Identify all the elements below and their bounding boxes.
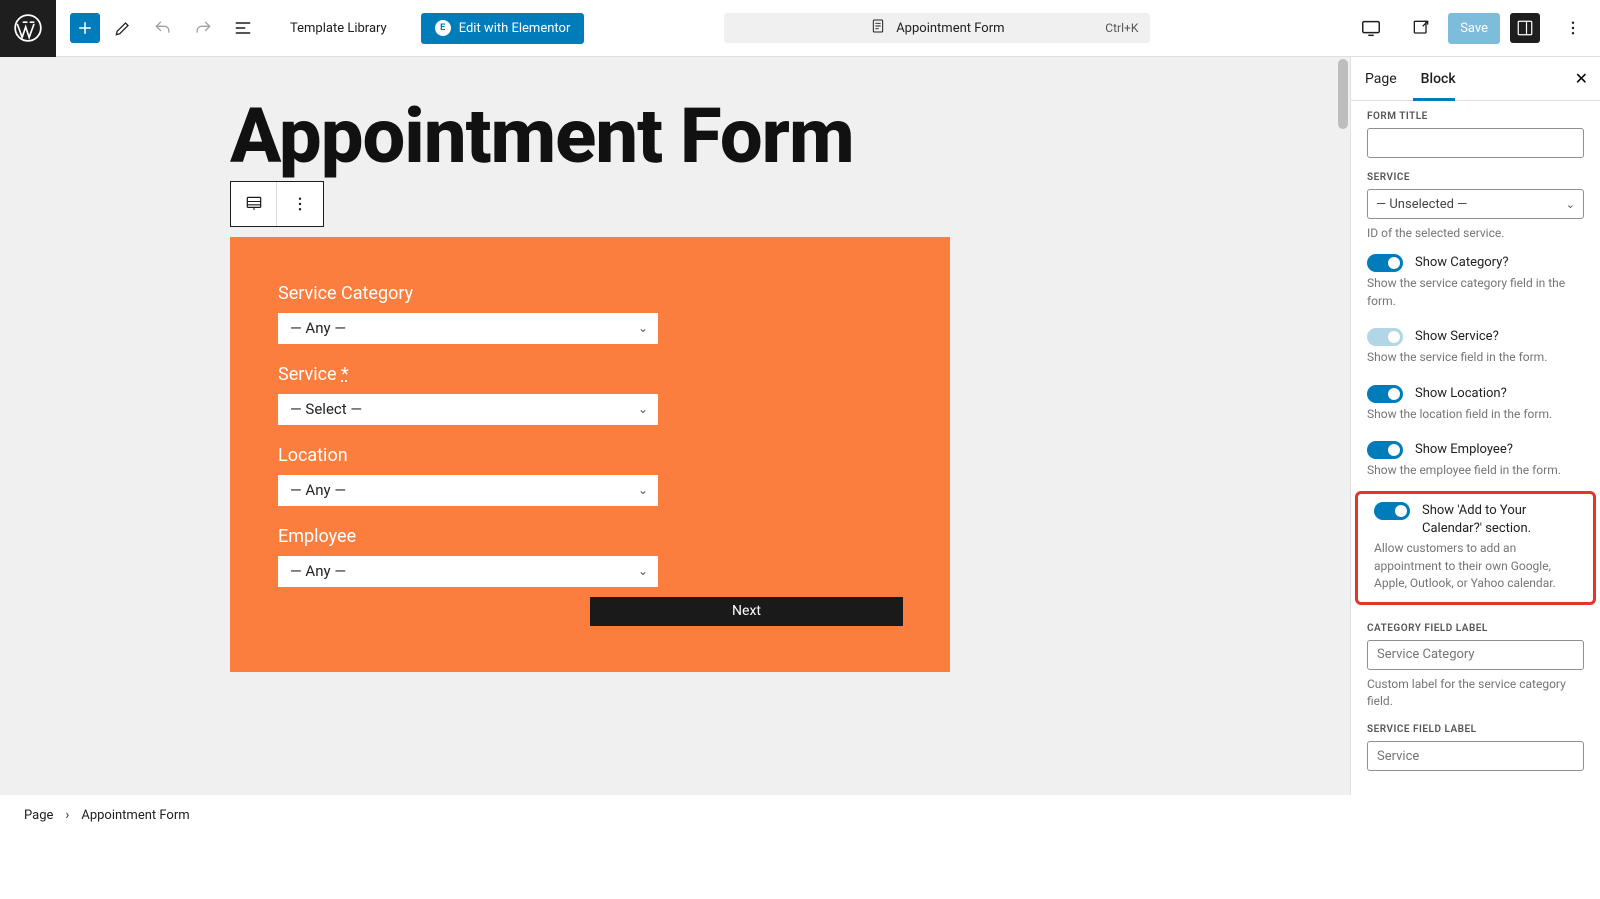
add-block-button[interactable] <box>70 13 100 43</box>
save-button-label: Save <box>1460 21 1488 36</box>
elementor-button-label: Edit with Elementor <box>459 21 571 36</box>
category-field-label: CATEGORY FIELD LABEL <box>1367 623 1584 634</box>
redo-icon[interactable] <box>186 11 220 45</box>
category-field-input[interactable] <box>1367 640 1584 670</box>
service-field-input[interactable] <box>1367 741 1584 771</box>
service-setting-label: SERVICE <box>1367 172 1584 183</box>
template-library-link[interactable]: Template Library <box>290 21 387 36</box>
service-setting-select[interactable]: — Unselected — ⌄ <box>1367 189 1584 219</box>
block-options-icon[interactable] <box>277 182 323 226</box>
edit-icon[interactable] <box>106 11 140 45</box>
toggle-show-service[interactable] <box>1367 328 1403 346</box>
document-title: Appointment Form <box>896 21 1004 36</box>
toggle-show-service-label: Show Service? <box>1415 328 1499 346</box>
appointment-form-block: Service Category — Any — ⌄ Service * — S… <box>230 237 950 672</box>
toggle-show-category-help: Show the service category field in the f… <box>1351 275 1600 320</box>
page-title[interactable]: Appointment Form <box>230 97 1350 177</box>
employee-label: Employee <box>278 526 902 547</box>
block-toolbar <box>230 181 324 227</box>
block-type-icon[interactable] <box>231 182 277 226</box>
options-icon[interactable] <box>1556 11 1590 45</box>
employee-select[interactable]: — Any — ⌄ <box>278 556 658 587</box>
view-desktop-icon[interactable] <box>1354 11 1388 45</box>
toggle-show-employee-label: Show Employee? <box>1415 441 1513 459</box>
edit-with-elementor-button[interactable]: E Edit with Elementor <box>421 13 585 44</box>
settings-panel-toggle[interactable] <box>1510 13 1540 43</box>
form-title-label: FORM TITLE <box>1367 111 1584 122</box>
form-title-input[interactable] <box>1367 128 1584 158</box>
toggle-show-location[interactable] <box>1367 385 1403 403</box>
location-value: — Any — <box>290 481 346 499</box>
service-label: Service * <box>278 364 902 385</box>
chevron-down-icon: ⌄ <box>638 564 648 578</box>
chevron-down-icon: ⌄ <box>638 483 648 497</box>
toggle-show-category-label: Show Category? <box>1415 254 1509 272</box>
toggle-show-location-help: Show the location field in the form. <box>1351 406 1600 433</box>
service-value: — Select — <box>290 400 362 418</box>
view-page-icon[interactable] <box>1404 11 1438 45</box>
next-button[interactable]: Next <box>590 597 903 626</box>
toggle-show-employee[interactable] <box>1367 441 1403 459</box>
chevron-down-icon: ⌄ <box>1566 198 1575 211</box>
save-button[interactable]: Save <box>1448 13 1500 44</box>
location-label: Location <box>278 445 902 466</box>
document-outline-icon[interactable] <box>226 11 260 45</box>
toggle-show-service-help: Show the service field in the form. <box>1351 349 1600 376</box>
service-setting-help: ID of the selected service. <box>1367 225 1584 242</box>
tab-page[interactable]: Page <box>1365 71 1397 87</box>
service-category-label: Service Category <box>278 283 902 304</box>
required-asterisk: * <box>341 364 349 385</box>
toggle-show-location-label: Show Location? <box>1415 385 1507 403</box>
undo-icon[interactable] <box>146 11 180 45</box>
wordpress-logo[interactable] <box>0 0 56 57</box>
next-button-label: Next <box>732 603 761 619</box>
document-title-bar[interactable]: Appointment Form Ctrl+K <box>724 13 1150 43</box>
location-select[interactable]: — Any — ⌄ <box>278 475 658 506</box>
service-category-value: — Any — <box>290 319 346 337</box>
toggle-show-calendar-label: Show 'Add to Your Calendar?' section. <box>1422 502 1577 537</box>
tab-block[interactable]: Block <box>1421 71 1456 87</box>
canvas-scrollbar[interactable] <box>1336 57 1350 795</box>
breadcrumb-current[interactable]: Appointment Form <box>81 808 189 823</box>
toggle-show-calendar-help: Allow customers to add an appointment to… <box>1358 540 1593 596</box>
chevron-down-icon: ⌄ <box>638 402 648 416</box>
elementor-icon: E <box>435 20 451 36</box>
service-select[interactable]: — Select — ⌄ <box>278 394 658 425</box>
chevron-right-icon: › <box>65 808 69 823</box>
service-setting-value: — Unselected — <box>1376 197 1467 212</box>
keyboard-shortcut: Ctrl+K <box>1105 21 1138 35</box>
chevron-down-icon: ⌄ <box>638 321 648 335</box>
service-field-label: SERVICE FIELD LABEL <box>1367 724 1584 735</box>
breadcrumb-root[interactable]: Page <box>24 808 53 823</box>
category-field-help: Custom label for the service category fi… <box>1367 676 1584 711</box>
close-icon[interactable]: ✕ <box>1575 69 1588 88</box>
toggle-show-category[interactable] <box>1367 254 1403 272</box>
service-category-select[interactable]: — Any — ⌄ <box>278 313 658 344</box>
toggle-show-employee-help: Show the employee field in the form. <box>1351 462 1600 489</box>
toggle-show-calendar[interactable] <box>1374 502 1410 520</box>
document-icon <box>870 18 886 38</box>
employee-value: — Any — <box>290 562 346 580</box>
highlighted-setting: Show 'Add to Your Calendar?' section. Al… <box>1355 491 1596 604</box>
